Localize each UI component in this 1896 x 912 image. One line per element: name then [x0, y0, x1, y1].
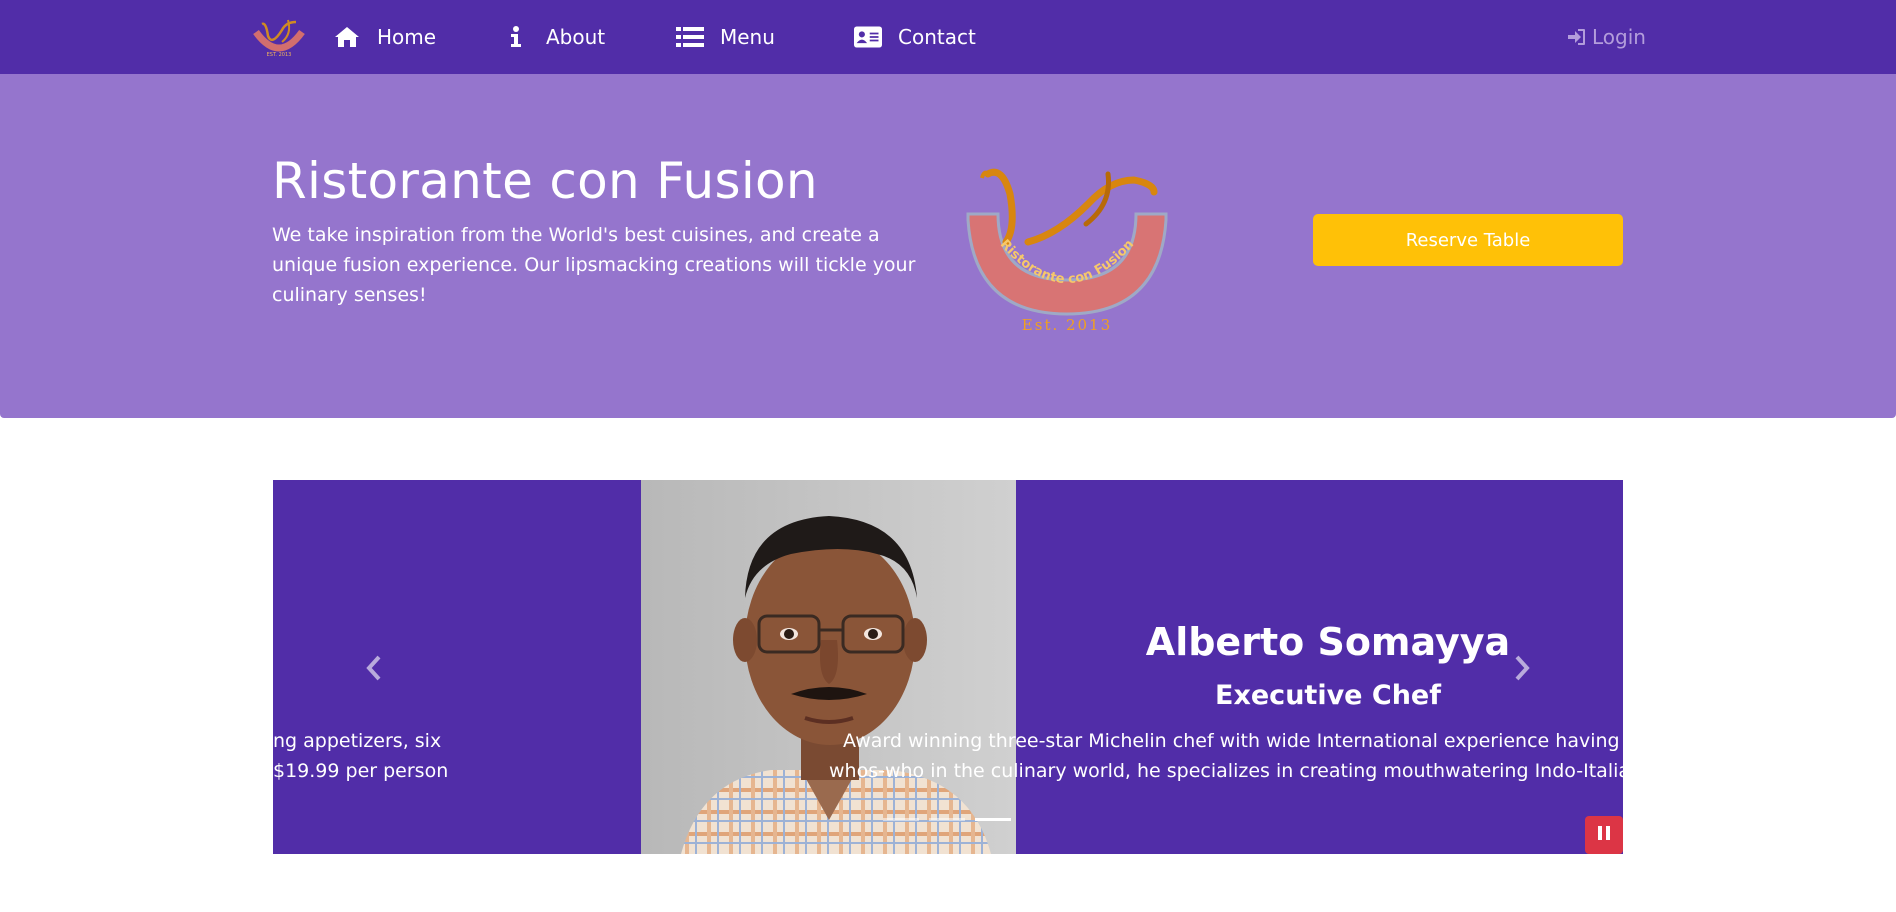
nav-item-label: Home [377, 25, 437, 49]
chevron-left-icon [365, 655, 383, 685]
previous-slide-line: $19.99 per person [273, 760, 449, 782]
carousel-next-button[interactable] [1507, 650, 1537, 690]
nav-item-home[interactable]: Home [333, 0, 436, 74]
home-icon [333, 23, 361, 51]
nav-item-contact[interactable]: Contact [854, 0, 976, 74]
chevron-right-icon [1513, 655, 1531, 685]
chef-description-line: whos-who in the culinary world, he speci… [829, 760, 1623, 782]
nav-item-about[interactable]: About [502, 0, 605, 74]
info-icon [502, 23, 530, 51]
navbar: EST. 2013 Home About Menu Contact Login [0, 0, 1896, 74]
address-card-icon [854, 23, 882, 51]
sign-in-icon [1568, 28, 1586, 46]
carousel-indicators [883, 818, 1011, 821]
page-title: Ristorante con Fusion [272, 152, 818, 210]
nav-item-label: Contact [898, 25, 976, 49]
brand-logo[interactable]: EST. 2013 [252, 18, 306, 58]
list-icon [676, 23, 704, 51]
carousel-indicator[interactable] [883, 818, 919, 821]
chef-description: Award winning three-star Michelin chef w… [829, 726, 1623, 786]
pause-icon [1597, 825, 1611, 845]
chef-description-line: Award winning three-star Michelin chef w… [843, 730, 1623, 752]
nav-item-label: Menu [720, 25, 775, 49]
nav-item-label: About [546, 25, 606, 49]
nav-item-menu[interactable]: Menu [676, 0, 775, 74]
login-label: Login [1592, 25, 1646, 49]
jumbotron: Ristorante con Fusion We take inspiratio… [0, 74, 1896, 418]
restaurant-logo: Ristorante con Fusion Est. 2013 [958, 164, 1176, 334]
reserve-table-button[interactable]: Reserve Table [1313, 214, 1623, 266]
restaurant-description: We take inspiration from the World's bes… [272, 224, 916, 306]
carousel-indicator-active[interactable] [975, 818, 1011, 821]
svg-text:EST. 2013: EST. 2013 [267, 52, 292, 58]
carousel-pause-button[interactable] [1585, 816, 1623, 854]
svg-text:Est. 2013: Est. 2013 [1022, 316, 1112, 334]
carousel-indicator[interactable] [929, 818, 965, 821]
leadership-carousel: ng appetizers, six $19.99 per person Alb… [273, 480, 1623, 854]
carousel-prev-button[interactable] [359, 650, 389, 690]
previous-slide-caption: ng appetizers, six $19.99 per person [273, 726, 573, 786]
previous-slide-line: ng appetizers, six [273, 730, 442, 752]
login-link[interactable]: Login [1568, 0, 1646, 74]
chef-photo [641, 480, 1016, 854]
